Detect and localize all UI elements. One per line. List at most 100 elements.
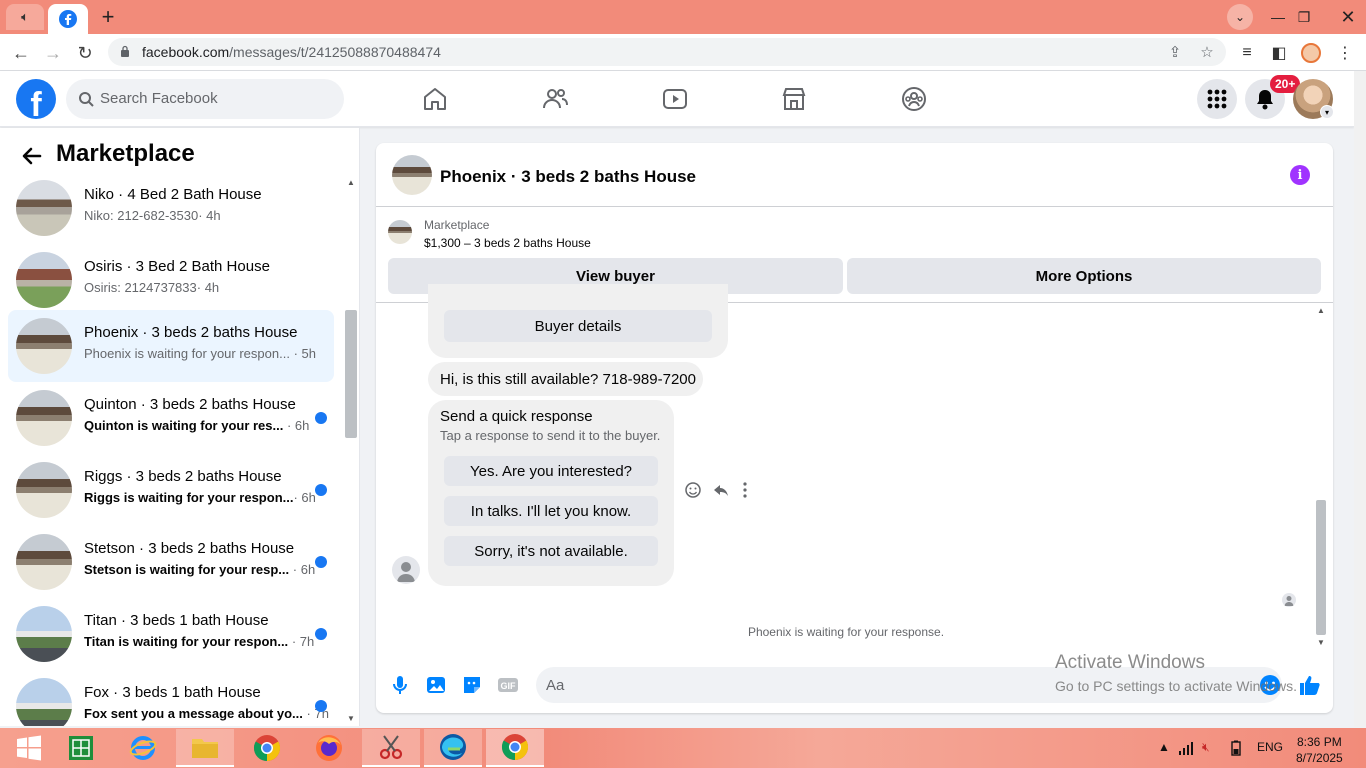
chrome-menu-icon[interactable]: ⋮ [1334, 42, 1356, 64]
react-emoji-icon[interactable] [684, 481, 702, 499]
gif-icon[interactable]: GIF [496, 673, 520, 697]
scroll-up-icon[interactable]: ▲ [347, 178, 355, 187]
listing-thumbnail [16, 462, 72, 518]
new-tab-button[interactable]: + [94, 4, 122, 29]
listing-thumbnail [16, 252, 72, 308]
reading-list-icon[interactable]: ≡ [1236, 42, 1258, 64]
excel-taskbar-button[interactable] [52, 729, 110, 767]
unread-dot [315, 700, 327, 712]
seen-avatar [1282, 593, 1296, 607]
reply-icon[interactable] [712, 481, 730, 499]
microphone-icon[interactable] [388, 673, 412, 697]
close-window-button[interactable]: ✕ [1330, 0, 1366, 34]
quick-response-button[interactable]: Yes. Are you interested? [444, 456, 658, 486]
buyer-details-button[interactable]: Buyer details [444, 310, 712, 342]
search-icon [79, 92, 94, 107]
scroll-down-icon[interactable]: ▼ [347, 714, 355, 723]
conversation-name: Quinton · 3 beds 2 baths House [84, 396, 296, 413]
conversation-preview: Titan is waiting for your respon... · 7h [84, 634, 315, 649]
listing-thumbnail [16, 606, 72, 662]
address-bar[interactable]: facebook.com/messages/t/2412508887048847… [108, 38, 1226, 66]
conversation-item[interactable]: Fox · 3 beds 1 bath House Fox sent you a… [8, 670, 334, 726]
volume-muted-icon[interactable]: 🔇︎ [1202, 740, 1210, 755]
chevron-down-icon[interactable]: ▾ [1320, 105, 1334, 119]
sticker-icon[interactable] [460, 673, 484, 697]
watermark-subtitle: Go to PC settings to activate Windows. [1055, 678, 1297, 694]
scroll-up-icon[interactable]: ▲ [1317, 306, 1325, 315]
side-panel-icon[interactable]: ◧ [1268, 42, 1290, 64]
svg-text:GIF: GIF [501, 681, 517, 691]
conversation-item[interactable]: Niko · 4 Bed 2 Bath House Niko: 212-682-… [8, 172, 334, 244]
reload-button[interactable]: ↻ [72, 40, 98, 66]
firefox-taskbar-button[interactable] [300, 729, 358, 767]
start-button[interactable] [0, 729, 58, 767]
windows-logo-icon [17, 735, 41, 761]
chat-panel: Phoenix · 3 beds 2 baths House i Marketp… [376, 143, 1333, 713]
buyer-avatar[interactable] [392, 556, 420, 584]
more-options-button[interactable]: More Options [847, 258, 1321, 294]
sidebar-scrollbar[interactable]: ▲ ▼ [344, 176, 358, 726]
watch-icon[interactable] [661, 85, 689, 113]
chrome-active-taskbar-button[interactable] [486, 729, 544, 767]
conversation-item-active[interactable]: Phoenix · 3 beds 2 baths House Phoenix i… [8, 310, 334, 382]
chrome-taskbar-button[interactable] [238, 729, 296, 767]
conversation-item[interactable]: Quinton · 3 beds 2 baths House Quinton i… [8, 382, 334, 454]
listing-title[interactable]: $1,300 – 3 beds 2 baths House [424, 236, 591, 250]
sidebar-scroll-thumb[interactable] [345, 310, 357, 438]
conversation-name: Niko · 4 Bed 2 Bath House [84, 186, 262, 203]
clock-time: 8:36 PM [1297, 735, 1342, 749]
language-indicator[interactable]: ENG [1257, 740, 1283, 754]
network-icon[interactable] [1178, 741, 1194, 755]
quick-response-button[interactable]: In talks. I'll let you know. [444, 496, 658, 526]
groups-icon[interactable] [900, 85, 928, 113]
snipping-tool-taskbar-button[interactable] [362, 729, 420, 767]
conversation-item[interactable]: Stetson · 3 beds 2 baths House Stetson i… [8, 526, 334, 598]
audio-tab[interactable]: 🔈︎ [6, 4, 44, 30]
quick-response-subtitle: Tap a response to send it to the buyer. [440, 428, 661, 443]
facebook-logo-icon[interactable]: f [16, 79, 56, 119]
listing-thumbnail[interactable] [388, 220, 412, 244]
windows-taskbar: ▲ 🔇︎ ENG 8:36 PM 8/7/2025 [0, 728, 1366, 768]
search-input[interactable]: Search Facebook [66, 79, 344, 119]
quick-response-button[interactable]: Sorry, it's not available. [444, 536, 658, 566]
file-explorer-taskbar-button[interactable] [176, 729, 234, 767]
conversation-preview: Niko: 212-682-3530· 4h [84, 208, 221, 223]
grid-menu-icon [1207, 89, 1227, 109]
restore-button[interactable]: ❐ [1286, 0, 1322, 34]
sidebar-title: Marketplace [56, 140, 195, 167]
page-scrollbar[interactable] [1354, 71, 1366, 727]
taskbar-clock[interactable]: 8:36 PM 8/7/2025 [1296, 734, 1343, 766]
forward-button[interactable]: → [40, 40, 66, 66]
battery-icon[interactable] [1228, 740, 1244, 756]
menu-button[interactable] [1197, 79, 1237, 119]
tray-chevron-up-icon[interactable]: ▲ [1158, 740, 1170, 754]
chat-scroll-thumb[interactable] [1316, 500, 1326, 635]
conversation-item[interactable]: Osiris · 3 Bed 2 Bath House Osiris: 2124… [8, 244, 334, 316]
home-icon[interactable] [421, 85, 449, 113]
chat-title[interactable]: Phoenix · 3 beds 2 baths House [440, 167, 696, 187]
thumbs-up-icon[interactable] [1298, 673, 1322, 697]
info-icon[interactable]: i [1290, 165, 1310, 185]
conversation-item[interactable]: Titan · 3 beds 1 bath House Titan is wai… [8, 598, 334, 670]
conversation-item[interactable]: Riggs · 3 beds 2 baths House Riggs is wa… [8, 454, 334, 526]
message-thread: Buyer details Hi, is this still availabl… [376, 284, 1333, 654]
conversation-preview: Riggs is waiting for your respon...· 6h [84, 490, 316, 505]
listing-source: Marketplace [424, 218, 490, 232]
bookmark-star-icon[interactable]: ☆ [1198, 43, 1216, 61]
friends-icon[interactable] [541, 85, 569, 113]
more-options-icon[interactable] [742, 481, 748, 499]
back-arrow-icon[interactable] [20, 144, 44, 168]
bell-icon [1257, 90, 1273, 110]
url-text: facebook.com/messages/t/2412508887048847… [142, 44, 441, 60]
tab-search-button[interactable]: ⌄ [1224, 2, 1256, 32]
edge-taskbar-button[interactable] [424, 729, 482, 767]
photo-icon[interactable] [424, 673, 448, 697]
facebook-tab[interactable] [48, 4, 88, 34]
back-button[interactable]: ← [8, 40, 34, 66]
marketplace-icon[interactable] [780, 85, 808, 113]
internet-explorer-taskbar-button[interactable] [114, 729, 172, 767]
share-icon[interactable]: ⇪ [1166, 43, 1184, 61]
profile-icon[interactable] [1300, 42, 1322, 64]
scroll-down-icon[interactable]: ▼ [1317, 638, 1325, 647]
chat-thumbnail[interactable] [392, 155, 432, 195]
